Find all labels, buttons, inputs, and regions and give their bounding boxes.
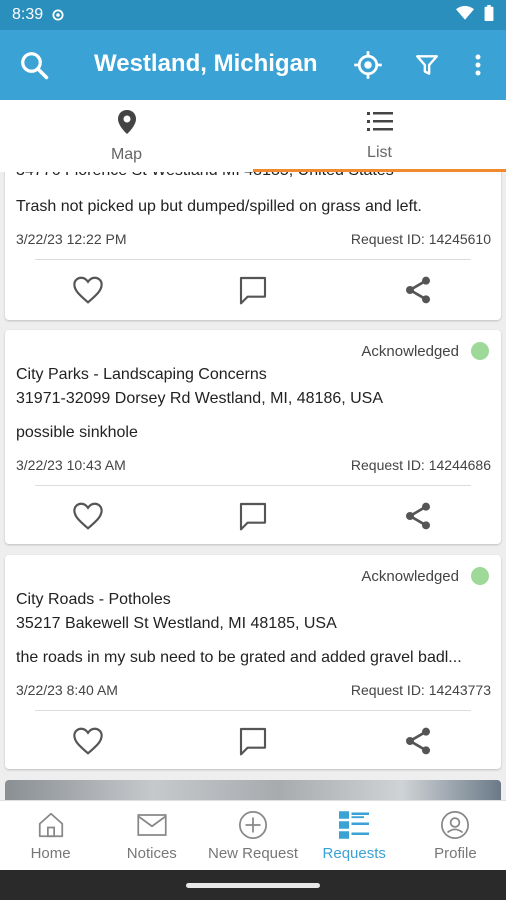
filter-icon[interactable]	[407, 45, 447, 85]
requests-list-icon	[339, 809, 370, 841]
share-icon[interactable]	[393, 486, 443, 546]
nav-notices-label: Notices	[126, 845, 177, 862]
request-description: possible sinkhole	[16, 424, 138, 441]
tab-map-label: Map	[110, 145, 143, 163]
comment-icon[interactable]	[228, 711, 278, 771]
system-nav-bar	[0, 870, 506, 900]
mail-icon	[137, 809, 167, 841]
card-actions	[5, 711, 501, 771]
request-address: 31971-32099 Dorsey Rd Westland, MI, 4818…	[16, 390, 384, 407]
request-date: 3/22/23 12:22 PM	[16, 231, 127, 247]
wifi-icon	[456, 5, 474, 26]
request-photo-thumbnail[interactable]	[5, 780, 501, 800]
status-label: Acknowledged	[361, 342, 459, 360]
bottom-nav: Home Notices New Request Requests Profil…	[0, 800, 506, 870]
request-card[interactable]: Acknowledged City Roads - Potholes 35217…	[5, 555, 501, 769]
more-vert-icon[interactable]	[458, 45, 498, 85]
request-address: 35217 Bakewell St Westland, MI 48185, US…	[16, 615, 337, 632]
plus-circle-icon	[238, 809, 268, 841]
comment-icon[interactable]	[228, 260, 278, 320]
battery-icon	[484, 4, 494, 26]
nav-profile-label: Profile	[434, 845, 477, 862]
heart-icon[interactable]	[63, 260, 113, 320]
request-address: 34776 Florence St Westland MI 48185, Uni…	[16, 172, 394, 180]
status-dot-icon	[471, 342, 489, 360]
map-pin-icon	[117, 109, 137, 140]
home-icon	[36, 809, 66, 841]
tab-list-label: List	[367, 143, 392, 161]
nav-home-label: Home	[30, 845, 71, 862]
tab-list[interactable]: List	[253, 100, 506, 172]
nav-requests-label: Requests	[322, 845, 386, 862]
status-dot-icon	[471, 567, 489, 585]
nav-profile[interactable]: Profile	[405, 801, 506, 870]
nav-requests[interactable]: Requests	[304, 801, 405, 870]
request-category: City Roads - Potholes	[16, 591, 171, 608]
nav-new-request[interactable]: New Request	[202, 801, 303, 870]
nav-home[interactable]: Home	[0, 801, 101, 870]
settings-gear-icon	[51, 8, 65, 22]
request-list[interactable]: 34776 Florence St Westland MI 48185, Uni…	[0, 172, 506, 800]
app-bar: Westland, Michigan	[0, 30, 506, 100]
status-label: Acknowledged	[361, 567, 459, 585]
status-time: 8:39	[12, 6, 44, 23]
profile-icon	[440, 809, 470, 841]
share-icon[interactable]	[393, 711, 443, 771]
search-icon[interactable]	[14, 45, 54, 85]
request-id: Request ID: 14244686	[350, 457, 491, 473]
request-date: 3/22/23 8:40 AM	[16, 682, 118, 698]
request-description: Trash not picked up but dumped/spilled o…	[16, 198, 422, 215]
request-card[interactable]: 34776 Florence St Westland MI 48185, Uni…	[5, 172, 501, 320]
view-tabs: Map List	[0, 100, 506, 172]
card-actions	[5, 486, 501, 546]
list-icon	[366, 111, 393, 138]
tab-map[interactable]: Map	[0, 100, 253, 172]
home-gesture-handle[interactable]	[186, 883, 320, 888]
nav-notices[interactable]: Notices	[101, 801, 202, 870]
share-icon[interactable]	[393, 260, 443, 320]
nav-new-request-label: New Request	[207, 845, 299, 862]
my-location-icon[interactable]	[348, 45, 388, 85]
request-id: Request ID: 14245610	[350, 231, 491, 247]
request-description: the roads in my sub need to be grated an…	[16, 649, 462, 666]
status-badge: Acknowledged	[361, 342, 489, 360]
status-bar: 8:39	[0, 0, 506, 30]
heart-icon[interactable]	[63, 711, 113, 771]
request-card[interactable]: Acknowledged City Parks - Landscaping Co…	[5, 330, 501, 544]
card-actions	[5, 260, 501, 320]
status-badge: Acknowledged	[361, 567, 489, 585]
page-title: Westland, Michigan	[94, 50, 318, 77]
comment-icon[interactable]	[228, 486, 278, 546]
heart-icon[interactable]	[63, 486, 113, 546]
request-category: City Parks - Landscaping Concerns	[16, 366, 267, 383]
request-date: 3/22/23 10:43 AM	[16, 457, 126, 473]
request-id: Request ID: 14243773	[350, 682, 491, 698]
